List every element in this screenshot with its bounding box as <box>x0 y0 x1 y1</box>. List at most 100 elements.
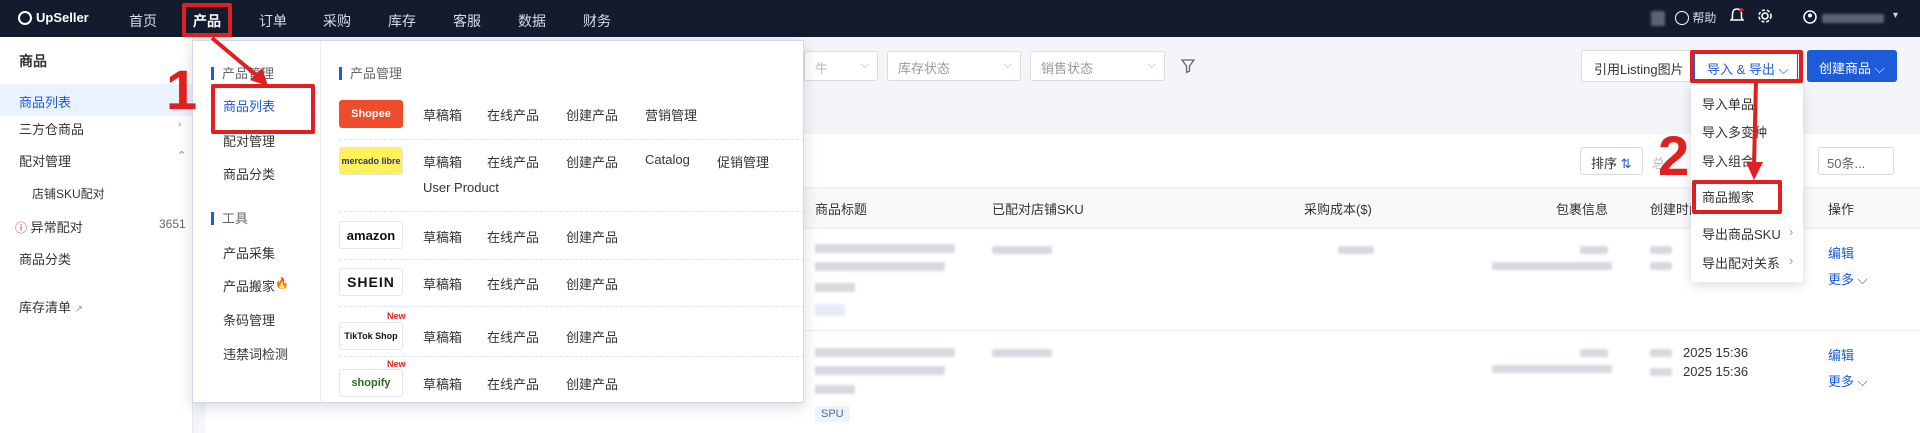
mega-item-banned-words[interactable]: 违禁词检测 <box>223 344 288 363</box>
create-product-label: 创建商品 <box>1819 61 1872 76</box>
nav-home[interactable]: 首页 <box>129 11 157 31</box>
shopee-marketing-link[interactable]: 营销管理 <box>645 105 697 124</box>
mercado-promotion-link[interactable]: 促销管理 <box>717 152 769 171</box>
filter-funnel-icon[interactable] <box>1180 58 1196 77</box>
mega-item-product-move[interactable]: 产品搬家🔥 <box>223 276 289 295</box>
new-badge: New <box>387 311 406 321</box>
tiktok-create-link[interactable]: 创建产品 <box>566 327 618 346</box>
mega-item-barcode[interactable]: 条码管理 <box>223 310 275 329</box>
help-link[interactable]: 帮助 <box>1675 9 1716 26</box>
sidebar-item-abnormal-mapping[interactable]: ⓘ 异常配对 <box>15 217 83 236</box>
nav-finance[interactable]: 财务 <box>583 11 611 31</box>
sort-label: 排序 <box>1591 156 1618 171</box>
mercado-user-product-link[interactable]: User Product <box>423 180 499 195</box>
sidebar-item-store-sku-mapping[interactable]: 店铺SKU配对 <box>32 185 105 202</box>
mercado-catalog-link[interactable]: Catalog <box>645 152 690 167</box>
amazon-drafts-link[interactable]: 草稿箱 <box>423 227 462 246</box>
blurred-text <box>815 348 955 357</box>
shein-logo: SHEIN <box>339 268 403 296</box>
sort-icon: ⇅ <box>1620 156 1632 171</box>
nav-data[interactable]: 数据 <box>518 11 546 31</box>
blurred-text <box>1492 365 1612 373</box>
edit-link[interactable]: 编辑 <box>1828 345 1854 364</box>
amazon-logo: amazon <box>339 221 403 249</box>
sidebar: 商品 商品列表 三方仓商品 › 配对管理 ⌃ 店铺SKU配对 ⓘ 异常配对 36… <box>0 37 193 433</box>
mercado-create-link[interactable]: 创建产品 <box>566 152 618 171</box>
listing-image-button[interactable]: 引用Listing图片 <box>1581 50 1697 82</box>
blurred-text <box>1338 246 1374 254</box>
blurred-tag <box>815 304 845 316</box>
filter-select-partial[interactable]: 牛 ⌵ <box>804 51 878 81</box>
created-time: 2025 15:36 <box>1683 345 1749 360</box>
blurred-text <box>992 246 1052 254</box>
shopify-logo: shopify <box>339 369 403 397</box>
app-logo[interactable]: UpSeller <box>18 10 89 25</box>
chevron-right-icon: › <box>1789 253 1794 268</box>
export-sku-item[interactable]: 导出商品SKU <box>1702 224 1781 243</box>
sidebar-item-inventory-label: 库存清单 <box>19 300 72 315</box>
mega-item-product-collect[interactable]: 产品采集 <box>223 243 275 262</box>
chevron-down-icon: ⌵ <box>1874 61 1885 76</box>
divider <box>339 139 809 140</box>
sort-button[interactable]: 排序 ⇅ <box>1580 147 1643 175</box>
more-link[interactable]: 更多 ⌵ <box>1828 371 1867 390</box>
amazon-create-link[interactable]: 创建产品 <box>566 227 618 246</box>
edit-link[interactable]: 编辑 <box>1828 243 1854 262</box>
blurred-text <box>815 244 955 253</box>
shopify-create-link[interactable]: 创建产品 <box>566 374 618 393</box>
blurred-text <box>815 385 855 394</box>
tiktok-online-link[interactable]: 在线产品 <box>487 327 539 346</box>
blurred-text <box>1650 349 1672 357</box>
shopify-online-link[interactable]: 在线产品 <box>487 374 539 393</box>
help-icon <box>1675 11 1689 25</box>
nav-purchase[interactable]: 采购 <box>323 11 351 31</box>
external-link-icon: ↗ <box>74 304 84 315</box>
create-product-button[interactable]: 创建商品 ⌵ <box>1807 50 1897 82</box>
more-link[interactable]: 更多 ⌵ <box>1828 269 1867 288</box>
warning-icon: ⓘ <box>15 221 28 235</box>
shopee-create-link[interactable]: 创建产品 <box>566 105 618 124</box>
shein-create-link[interactable]: 创建产品 <box>566 274 618 293</box>
sidebar-item-mapping[interactable]: 配对管理 <box>19 151 71 170</box>
blurred-text <box>1650 368 1672 376</box>
arrow-to-product-list-icon <box>210 36 268 86</box>
export-mapping-item[interactable]: 导出配对关系 <box>1702 253 1780 272</box>
mega-menu-right-column: 产品管理 Shopee 草稿箱 在线产品 创建产品 营销管理 mercado l… <box>321 41 809 402</box>
updated-time: 2025 15:36 <box>1683 364 1749 379</box>
settings-gear-icon[interactable] <box>1757 8 1773 27</box>
shopify-drafts-link[interactable]: 草稿箱 <box>423 374 462 393</box>
amazon-online-link[interactable]: 在线产品 <box>487 227 539 246</box>
sidebar-item-inventory-list[interactable]: 库存清单 ↗ <box>19 297 83 316</box>
mercado-online-link[interactable]: 在线产品 <box>487 152 539 171</box>
blurred-text <box>1650 246 1672 254</box>
sidebar-item-product-list[interactable]: 商品列表 <box>0 84 192 116</box>
nav-inventory[interactable]: 库存 <box>388 11 416 31</box>
blurred-text <box>1650 262 1672 270</box>
sidebar-item-3pl-products[interactable]: 三方仓商品 <box>19 119 84 138</box>
mercado-drafts-link[interactable]: 草稿箱 <box>423 152 462 171</box>
sidebar-item-categories[interactable]: 商品分类 <box>19 249 71 268</box>
shopee-drafts-link[interactable]: 草稿箱 <box>423 105 462 124</box>
tiktok-shop-logo: TikTok Shop <box>339 322 403 350</box>
blurred-text <box>815 262 945 271</box>
spu-tag: SPU <box>815 406 850 422</box>
mega-item-categories[interactable]: 商品分类 <box>223 164 275 183</box>
stock-status-select[interactable]: 库存状态 ⌵ <box>887 51 1021 81</box>
shein-drafts-link[interactable]: 草稿箱 <box>423 274 462 293</box>
divider <box>339 356 809 357</box>
sales-status-select[interactable]: 销售状态 ⌵ <box>1030 51 1165 81</box>
notification-bell-icon[interactable] <box>1729 7 1745 28</box>
mega-item-product-move-label: 产品搬家 <box>223 279 276 294</box>
hot-flame-icon: 🔥 <box>275 278 289 290</box>
user-menu-chevron-icon[interactable]: ▾ <box>1893 10 1898 21</box>
shopee-online-link[interactable]: 在线产品 <box>487 105 539 124</box>
tiktok-drafts-link[interactable]: 草稿箱 <box>423 327 462 346</box>
page-size-select[interactable]: 50条... <box>1818 147 1894 175</box>
user-icon[interactable] <box>1803 10 1817 27</box>
username-blurred <box>1822 14 1884 23</box>
sidebar-collapse-chevron-icon[interactable]: ⌃ <box>177 149 186 162</box>
shein-online-link[interactable]: 在线产品 <box>487 274 539 293</box>
nav-customer-service[interactable]: 客服 <box>453 11 481 31</box>
nav-orders[interactable]: 订单 <box>259 11 287 31</box>
top-navbar: UpSeller 首页 产品 订单 采购 库存 客服 数据 财务 帮助 ▾ <box>0 0 1920 37</box>
